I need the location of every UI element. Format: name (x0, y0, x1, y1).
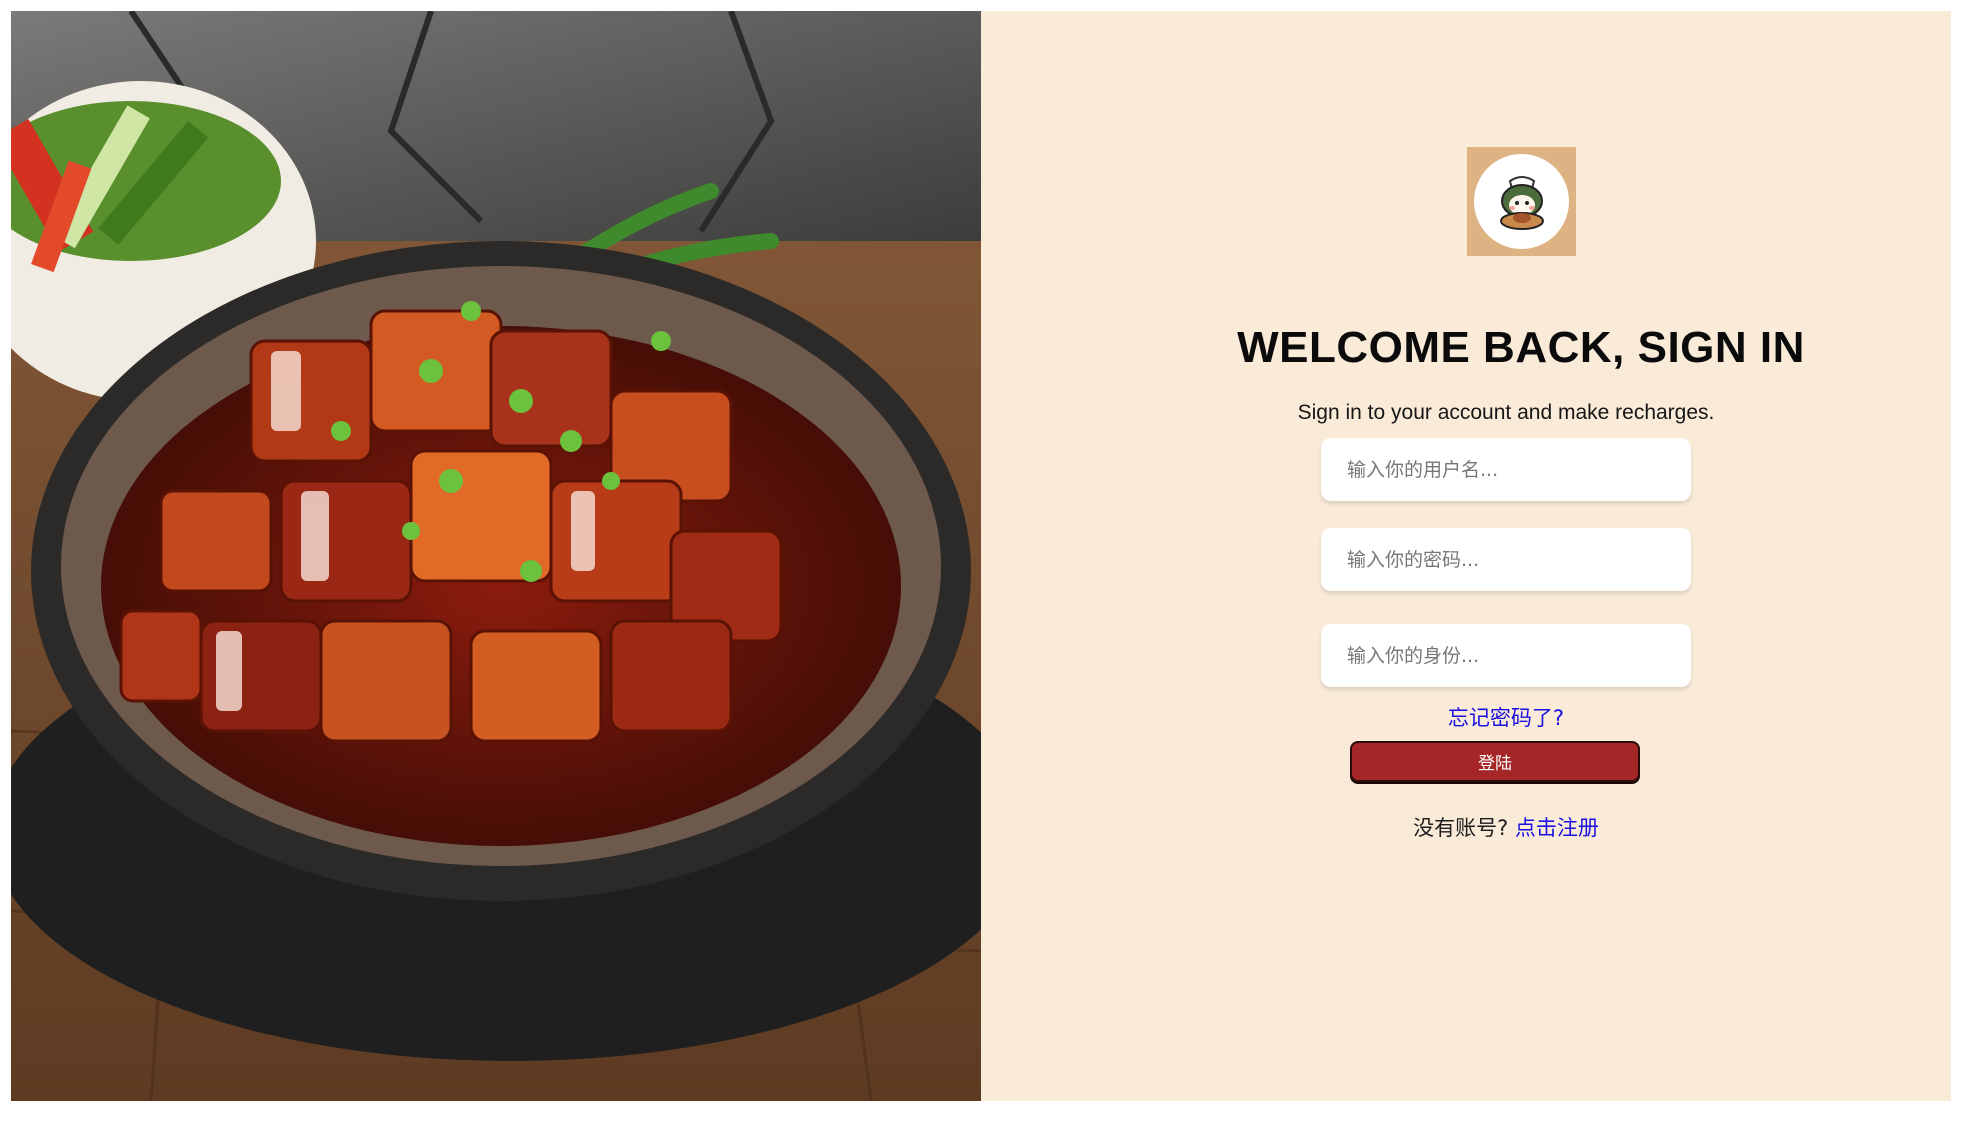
app-frame: WELCOME BACK, SIGN IN Sign in to your ac… (11, 11, 1951, 1101)
role-input[interactable] (1321, 624, 1691, 687)
username-input[interactable] (1321, 438, 1691, 501)
chef-cat-mascot-icon (1474, 154, 1569, 249)
page-title: WELCOME BACK, SIGN IN (1237, 323, 1805, 372)
login-button[interactable]: 登陆 (1350, 741, 1640, 782)
logo (1467, 147, 1576, 256)
password-input[interactable] (1321, 528, 1691, 591)
forgot-password-link[interactable]: 忘记密码了? (1321, 702, 1691, 732)
mascot-drawing (1499, 175, 1544, 230)
hero-food-illustration (11, 11, 981, 1101)
no-account-text: 没有账号? (1413, 816, 1509, 840)
hero-food-image (11, 11, 981, 1101)
signup-prompt: 没有账号? 点击注册 (1321, 812, 1691, 842)
login-panel: WELCOME BACK, SIGN IN Sign in to your ac… (981, 11, 1951, 1101)
page-subtitle: Sign in to your account and make recharg… (1297, 401, 1715, 424)
register-link[interactable]: 点击注册 (1515, 816, 1599, 840)
